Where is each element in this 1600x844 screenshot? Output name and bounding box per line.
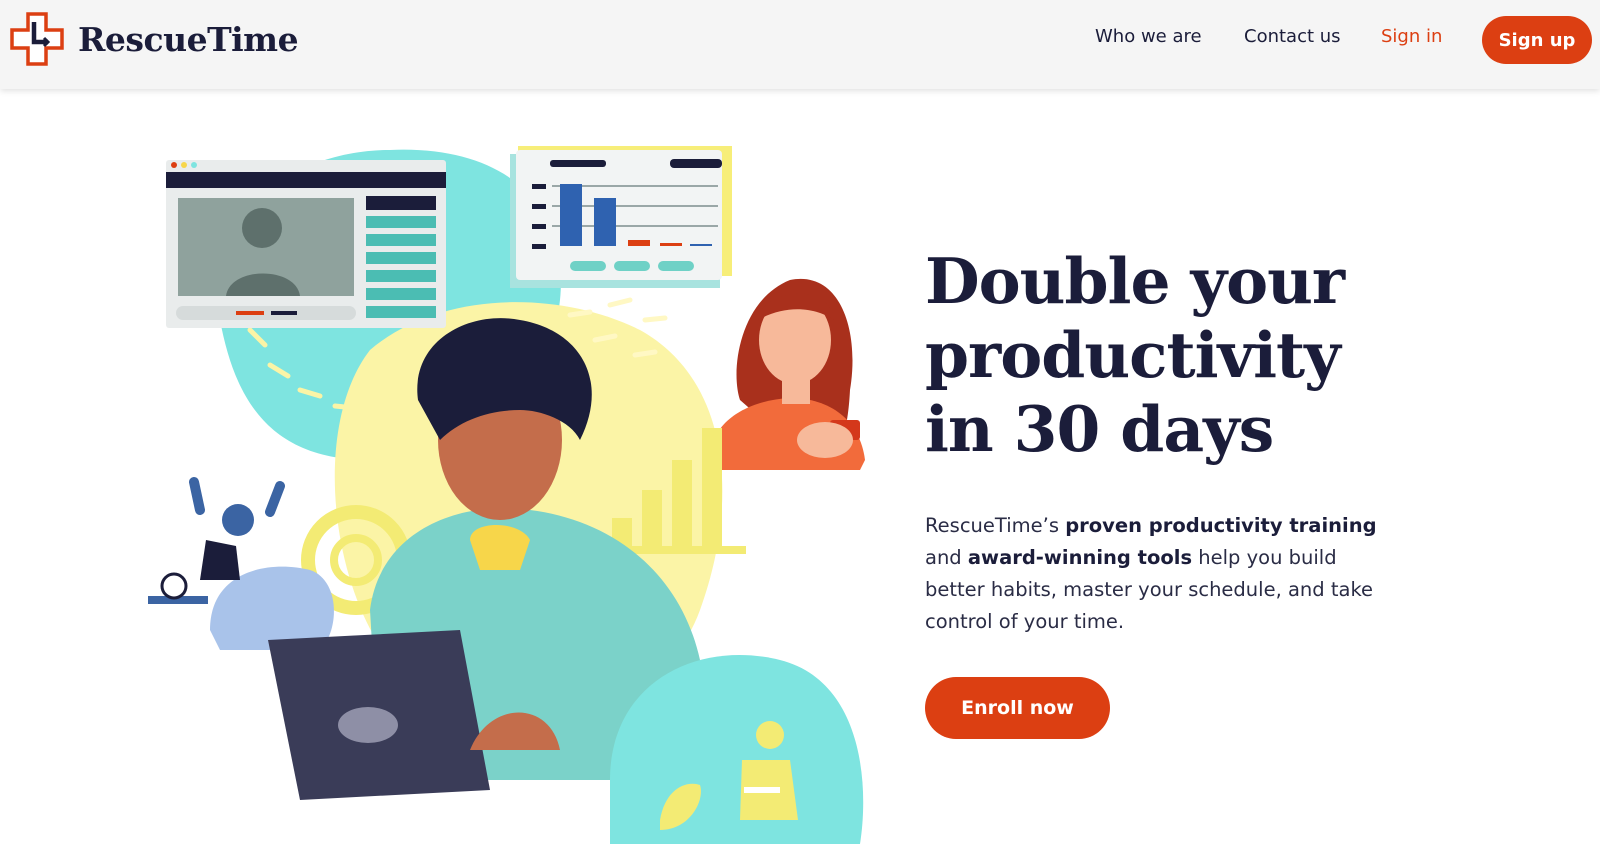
nav-sign-in[interactable]: Sign in: [1381, 26, 1442, 47]
hero-desc-part-2: and: [925, 546, 968, 569]
hero-title-line-3: in 30 days: [925, 392, 1274, 466]
nav-contact-us[interactable]: Contact us: [1244, 26, 1341, 47]
video-window: [166, 160, 446, 328]
hero-title: Double your productivity in 30 days: [925, 244, 1445, 466]
hero-desc-part-1: RescueTime’s: [925, 514, 1066, 537]
hero-desc-bold-2: award-winning tools: [967, 546, 1193, 569]
hero-illustration: [148, 146, 865, 844]
brand-logo-link[interactable]: RescueTime: [10, 12, 299, 66]
hero-title-line-2: productivity: [925, 318, 1341, 392]
hero-title-line-1: Double your: [925, 244, 1345, 318]
hero-description: RescueTime’s proven productivity trainin…: [925, 510, 1395, 638]
site-header: RescueTime Who we are Contact us Sign in…: [0, 0, 1600, 89]
nav-who-we-are[interactable]: Who we are: [1095, 26, 1202, 47]
bar-chart-window: [510, 146, 732, 288]
sign-up-button[interactable]: Sign up: [1482, 16, 1592, 64]
enroll-now-button[interactable]: Enroll now: [925, 677, 1110, 739]
woman-with-phone: [710, 278, 865, 470]
brand-name: RescueTime: [78, 19, 299, 59]
rescuetime-logo-icon: [10, 12, 64, 66]
hero-desc-bold-1: proven productivity training: [1065, 514, 1377, 537]
